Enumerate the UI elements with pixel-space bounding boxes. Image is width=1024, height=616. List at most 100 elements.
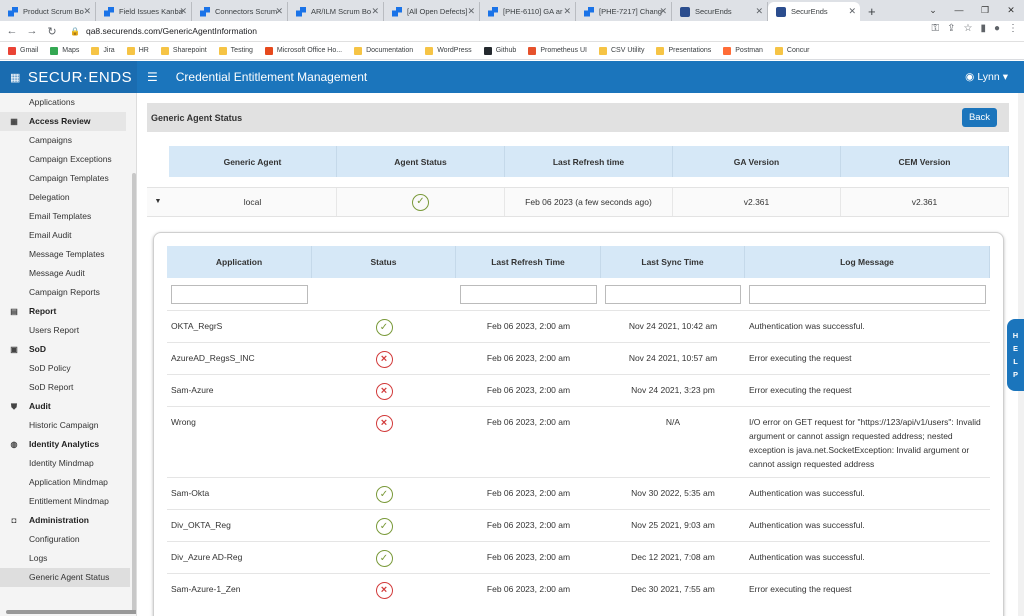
menu-kebab-icon[interactable]: ⋮	[1008, 23, 1018, 34]
expand-caret-icon[interactable]: ▼	[147, 188, 169, 216]
bookmark-item[interactable]: Gmail	[8, 46, 38, 55]
sidebar-section-identity-analytics[interactable]: ◍ Identity Analytics	[0, 435, 136, 454]
tab-close-icon[interactable]: ✕	[179, 6, 187, 17]
hamburger-menu-icon[interactable]: ☰	[147, 70, 158, 84]
sidebar-item-sod-report[interactable]: SoD Report	[0, 378, 136, 397]
back-nav-icon[interactable]: ←	[4, 25, 20, 37]
bookmark-item[interactable]: Jira	[91, 46, 115, 55]
browser-tab[interactable]: Product Scrum Bo ✕	[0, 2, 96, 21]
detail-column-header[interactable]: Last Sync Time	[601, 246, 745, 278]
new-tab-icon[interactable]: +	[868, 2, 876, 21]
detail-column-header[interactable]: Last Refresh Time	[456, 246, 601, 278]
sidebar-item-configuration[interactable]: Configuration	[0, 530, 136, 549]
last-sync-filter-input[interactable]	[605, 284, 741, 304]
bookmark-item[interactable]: Documentation	[354, 46, 413, 55]
agent-column-header[interactable]: Agent Status	[337, 146, 505, 177]
help-tab[interactable]: HELP	[1007, 319, 1024, 391]
bookmark-item[interactable]: CSV Utility	[599, 46, 644, 55]
tab-close-icon[interactable]: ✕	[563, 6, 571, 17]
restore-icon[interactable]: ❐	[972, 0, 998, 21]
sidebar-item-sod-policy[interactable]: SoD Policy	[0, 359, 136, 378]
agent-column-header[interactable]: CEM Version	[841, 146, 1009, 177]
back-button[interactable]: Back	[962, 108, 997, 127]
sidebar-item-campaign-exceptions[interactable]: Campaign Exceptions	[0, 150, 136, 169]
sidebar-item-message-audit[interactable]: Message Audit	[0, 264, 136, 283]
detail-column-header[interactable]: Status	[312, 246, 456, 278]
sidebar-item-entitlement-mindmap[interactable]: Entitlement Mindmap	[0, 492, 136, 511]
bookmark-item[interactable]: Microsoft Office Ho...	[264, 46, 342, 55]
sidebar-section-administration[interactable]: ◘ Administration	[0, 511, 136, 530]
sidebar-item-campaign-reports[interactable]: Campaign Reports	[0, 283, 136, 302]
sidebar-item-generic-agent-status[interactable]: Generic Agent Status	[0, 568, 130, 587]
browser-tab[interactable]: [All Open Defects] ✕	[384, 2, 480, 21]
share-icon[interactable]: ⇪	[947, 23, 955, 34]
bookmark-item[interactable]: Maps	[50, 46, 79, 55]
sidebar-item-historic-campaign[interactable]: Historic Campaign	[0, 416, 136, 435]
last-refresh-filter-input[interactable]	[460, 284, 597, 304]
browser-tab[interactable]: [PHE-7217] Chang ✕	[576, 2, 672, 21]
bookmark-icon	[599, 46, 607, 55]
agent-column-header[interactable]: Last Refresh time	[505, 146, 673, 177]
bookmark-item[interactable]: Testing	[218, 46, 253, 55]
bookmark-item[interactable]: WordPress	[425, 46, 472, 55]
tab-search-icon[interactable]: ⌄	[920, 0, 946, 21]
bookmark-item[interactable]: Concur	[774, 46, 809, 55]
bookmark-star-icon[interactable]: ☆	[963, 23, 972, 34]
close-window-icon[interactable]: ✕	[998, 0, 1024, 21]
reload-icon[interactable]: ↻	[44, 25, 60, 38]
log-message-filter-input[interactable]	[749, 284, 986, 304]
bookmark-item[interactable]: Sharepoint	[160, 46, 207, 55]
agent-column-header[interactable]: Generic Agent	[169, 146, 337, 177]
tab-close-icon[interactable]: ✕	[848, 6, 856, 17]
key-icon[interactable]: ⚿	[931, 23, 939, 34]
sidebar-item-campaign-templates[interactable]: Campaign Templates	[0, 169, 136, 188]
sidebar-item-application-mindmap[interactable]: Application Mindmap	[0, 473, 136, 492]
tab-close-icon[interactable]: ✕	[659, 6, 667, 17]
sidebar-item-message-templates[interactable]: Message Templates	[0, 245, 136, 264]
sidebar-item-identity-mindmap[interactable]: Identity Mindmap	[0, 454, 136, 473]
sidebar-section-audit[interactable]: ⛊ Audit	[0, 397, 136, 416]
sidebar-section-access-review[interactable]: ▦ Access Review	[0, 112, 126, 131]
sidebar-section-sod[interactable]: ▣ SoD	[0, 340, 136, 359]
sidebar-section-report[interactable]: ▤ Report	[0, 302, 136, 321]
sidebar-item-campaigns[interactable]: Campaigns	[0, 131, 136, 150]
minimize-icon[interactable]: —	[946, 0, 972, 21]
user-menu[interactable]: ◉ Lynn ▾	[965, 71, 1008, 83]
sidebar-item-applications[interactable]: Applications	[0, 93, 136, 112]
browser-tab[interactable]: SecurEnds ✕	[672, 2, 768, 21]
tab-close-icon[interactable]: ✕	[275, 6, 283, 17]
tab-close-icon[interactable]: ✕	[467, 6, 475, 17]
sidebar-item-logs[interactable]: Logs	[0, 549, 136, 568]
tab-close-icon[interactable]: ✕	[371, 6, 379, 17]
table-row: Div_OKTA_Reg ✓ Feb 06 2023, 2:00 am Nov 25 …	[167, 509, 990, 541]
browser-tab[interactable]: Field Issues Kanba ✕	[96, 2, 192, 21]
sidebar-horizontal-scrollbar[interactable]	[6, 610, 136, 614]
forward-nav-icon[interactable]: →	[24, 25, 40, 37]
browser-tab[interactable]: SecurEnds ✕	[768, 2, 860, 21]
bookmark-item[interactable]: HR	[126, 46, 149, 55]
detail-column-header[interactable]: Log Message	[745, 246, 990, 278]
tab-close-icon[interactable]: ✕	[755, 6, 763, 17]
sidepanel-icon[interactable]: ▮	[980, 23, 986, 34]
bookmark-item[interactable]: Postman	[723, 46, 763, 55]
agent-column-header[interactable]: GA Version	[673, 146, 841, 177]
bookmark-item[interactable]: Prometheus UI	[528, 46, 587, 55]
sidebar-scrollbar[interactable]	[132, 173, 136, 613]
browser-tab[interactable]: AR/ILM Scrum Bo ✕	[288, 2, 384, 21]
tab-close-icon[interactable]: ✕	[83, 6, 91, 17]
browser-tab[interactable]: Connectors Scrum ✕	[192, 2, 288, 21]
sidebar-item-delegation[interactable]: Delegation	[0, 188, 136, 207]
detail-column-header[interactable]: Application	[167, 246, 312, 278]
securends-logo[interactable]: ▦ SECUR·ENDS	[0, 61, 137, 93]
status-error-icon: ×	[375, 415, 393, 432]
agent-row[interactable]: ▼ local ✓ Feb 06 2023 (a few seconds ago…	[147, 187, 1009, 217]
sidebar-item-users-report[interactable]: Users Report	[0, 321, 136, 340]
url-field[interactable]: 🔒 qa8.securends.com/GenericAgentInformat…	[70, 26, 257, 36]
sidebar-item-email-audit[interactable]: Email Audit	[0, 226, 136, 245]
sidebar-item-email-templates[interactable]: Email Templates	[0, 207, 136, 226]
bookmark-item[interactable]: Presentations	[656, 46, 711, 55]
bookmark-item[interactable]: Github	[483, 46, 516, 55]
application-filter-input[interactable]	[171, 284, 308, 304]
profile-icon[interactable]: ●	[994, 23, 1000, 34]
browser-tab[interactable]: [PHE-6110] GA ar ✕	[480, 2, 576, 21]
